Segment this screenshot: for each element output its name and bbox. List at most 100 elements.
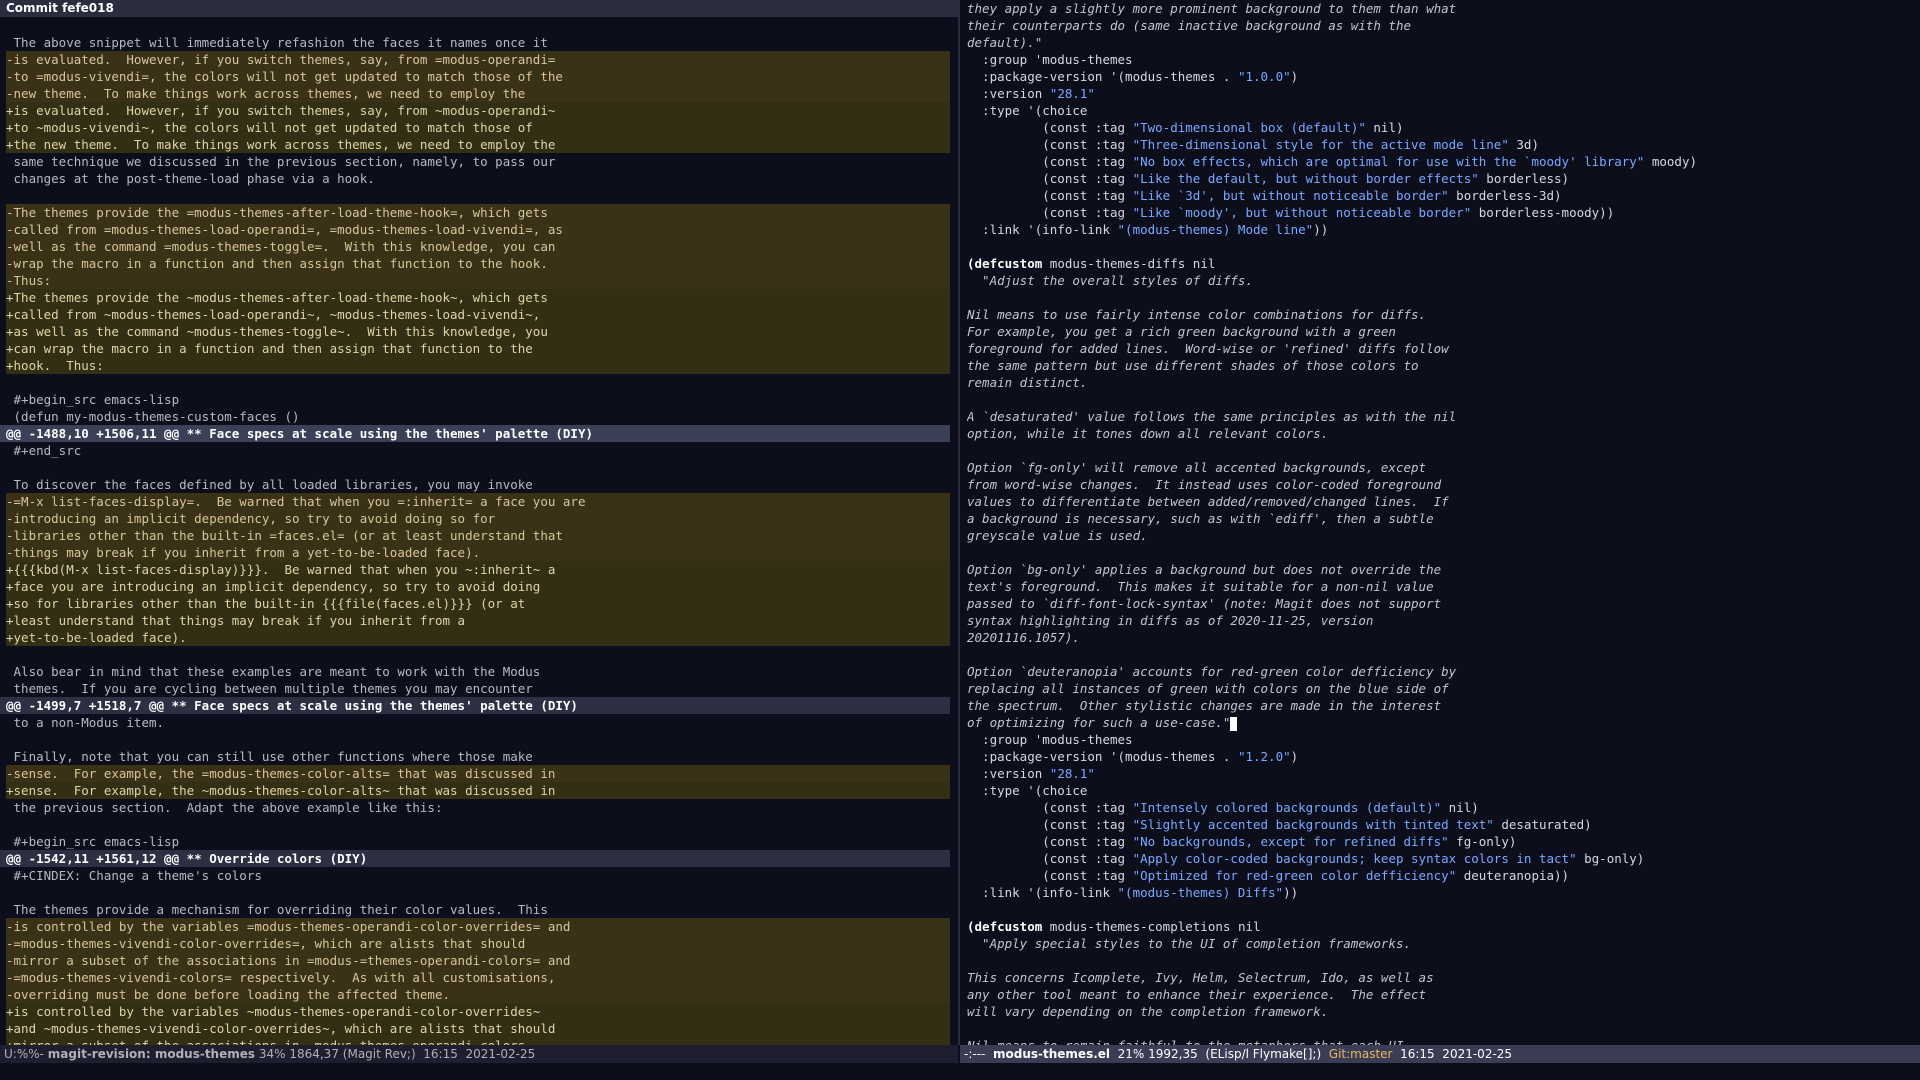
source-line: they apply a slightly more prominent bac… (967, 0, 1920, 17)
diff-context-line (6, 731, 958, 748)
docstring-text: "Adjust the overall styles of diffs. (967, 273, 1253, 288)
source-line: 20201116.1057). (967, 629, 1920, 646)
source-line: Nil means to use fairly intense color co… (967, 306, 1920, 323)
modeline-mode[interactable]: (Magit Rev;) (339, 1047, 416, 1061)
string-literal: "No backgrounds, except for refined diff… (1132, 834, 1449, 849)
diff-context-line (6, 884, 958, 901)
modeline-mode[interactable]: (ELisp/l Flymake[];) (1198, 1047, 1321, 1061)
code-text: borderless) (1478, 171, 1570, 186)
mode-line-right[interactable]: -:--- modus-themes.el 21% 1992,35 (ELisp… (960, 1045, 1920, 1063)
code-text: )) (1283, 885, 1299, 900)
diff-added-line: +the new theme. To make things work acro… (6, 136, 950, 153)
modeline-flags: -:--- (964, 1047, 993, 1061)
modeline-position: 21% 1992,35 (1110, 1047, 1198, 1061)
diff-removed-line: -new theme. To make things work across t… (6, 85, 950, 102)
diff-added-line: +sense. For example, the ~modus-themes-c… (6, 782, 950, 799)
modeline-git-branch[interactable]: Git:master (1321, 1047, 1393, 1061)
diff-context-line (6, 17, 958, 34)
source-line: text's foreground. This makes it suitabl… (967, 578, 1920, 595)
source-line: :group 'modus-themes (967, 731, 1920, 748)
string-literal: "1.2.0" (1237, 749, 1291, 764)
code-text: :type '(choice (967, 783, 1088, 798)
diff-removed-line: -mirror a subset of the associations in … (6, 952, 950, 969)
docstring-text: from word-wise changes. It instead uses … (967, 477, 1442, 492)
diff-body[interactable]: The above snippet will immediately refas… (0, 17, 958, 1045)
source-line: (defcustom modus-themes-diffs nil (967, 255, 1920, 272)
modeline-flags: U:%%- (4, 1047, 48, 1061)
code-text: ) (1290, 69, 1299, 84)
diff-added-line: +face you are introducing an implicit de… (6, 578, 950, 595)
code-text: :version (967, 86, 1050, 101)
code-text: :version (967, 766, 1050, 781)
source-body[interactable]: they apply a slightly more prominent bac… (960, 0, 1920, 1045)
source-line: any other tool meant to enhance their ex… (967, 986, 1920, 1003)
source-line (967, 391, 1920, 408)
source-line (967, 238, 1920, 255)
diff-context-line: (defun my-modus-themes-custom-faces () (6, 409, 300, 424)
source-line: default)." (967, 34, 1920, 51)
string-literal: "Two-dimensional box (default)" (1132, 120, 1366, 135)
source-line: Option `fg-only' will remove all accente… (967, 459, 1920, 476)
source-line: :type '(choice (967, 102, 1920, 119)
diff-context-line (6, 459, 958, 476)
source-line: remain distinct. (967, 374, 1920, 391)
variable-name: modus-themes-diffs (1049, 256, 1186, 271)
source-line: "Adjust the overall styles of diffs. (967, 272, 1920, 289)
diff-removed-line: -wrap the macro in a function and then a… (6, 255, 950, 272)
code-text: (const :tag (967, 205, 1133, 220)
code-text: bg-only) (1576, 851, 1645, 866)
docstring-text: of optimizing for such a use-case." (967, 715, 1231, 730)
docstring-text: option, while it tones down all relevant… (967, 426, 1329, 441)
source-line: This concerns Icomplete, Ivy, Helm, Sele… (967, 969, 1920, 986)
docstring-text: "Apply special styles to the UI of compl… (967, 936, 1412, 951)
magit-revision-window[interactable]: Commit fefe018 The above snippet will im… (0, 0, 958, 1045)
source-line: of optimizing for such a use-case." (967, 714, 1920, 731)
code-text: :package-version '(modus-themes . (967, 749, 1238, 764)
diff-added-line: +so for libraries other than the built-i… (6, 595, 950, 612)
diff-removed-line: -The themes provide the =modus-themes-af… (6, 204, 950, 221)
diff-context-line: The above snippet will immediately refas… (6, 35, 548, 50)
modeline-time: 16:15 2021-02-25 (415, 1047, 536, 1061)
diff-added-line: +is evaluated. However, if you switch th… (6, 102, 950, 119)
diff-context-line: Finally, note that you can still use oth… (6, 749, 533, 764)
diff-hunk-header[interactable]: @@ -1499,7 +1518,7 @@ ** Face specs at s… (0, 697, 950, 714)
source-line: (const :tag "Like the default, but witho… (967, 170, 1920, 187)
code-text: :link '(info-link (967, 885, 1118, 900)
diff-added-line: +The themes provide the ~modus-themes-af… (6, 289, 950, 306)
code-text: borderless-3d) (1448, 188, 1562, 203)
source-line: the spectrum. Other stylistic changes ar… (967, 697, 1920, 714)
code-text: (const :tag (967, 817, 1133, 832)
code-text: fg-only) (1448, 834, 1517, 849)
source-line: option, while it tones down all relevant… (967, 425, 1920, 442)
source-line: "Apply special styles to the UI of compl… (967, 935, 1920, 952)
diff-removed-line: -is controlled by the variables =modus-t… (6, 918, 950, 935)
mode-line-left[interactable]: U:%%- magit-revision: modus-themes 34% 1… (0, 1045, 958, 1063)
source-line: (const :tag "Like `moody', but without n… (967, 204, 1920, 221)
diff-added-line: +yet-to-be-loaded face). (6, 629, 950, 646)
modeline-buffer-name[interactable]: magit-revision: modus-themes (48, 1047, 255, 1061)
diff-removed-line: -things may break if you inherit from a … (6, 544, 950, 561)
diff-removed-line: -is evaluated. However, if you switch th… (6, 51, 950, 68)
diff-context-line (6, 646, 958, 663)
diff-hunk-header[interactable]: @@ -1542,11 +1561,12 @@ ** Override colo… (0, 850, 950, 867)
elisp-source-window[interactable]: they apply a slightly more prominent bac… (960, 0, 1920, 1045)
source-line: will vary depending on the completion fr… (967, 1003, 1920, 1020)
code-text: :type '(choice (967, 103, 1088, 118)
string-literal: "Like the default, but without border ef… (1132, 171, 1479, 186)
code-text: :package-version '(modus-themes . (967, 69, 1238, 84)
diff-removed-line: -introducing an implicit dependency, so … (6, 510, 950, 527)
diff-context-line: #+CINDEX: Change a theme's colors (6, 868, 262, 883)
minibuffer[interactable] (0, 1063, 1920, 1080)
code-text: nil (1185, 256, 1216, 271)
source-line: their counterparts do (same inactive bac… (967, 17, 1920, 34)
code-text: (const :tag (967, 868, 1133, 883)
diff-hunk-header[interactable]: @@ -1488,10 +1506,11 @@ ** Face specs at… (0, 425, 950, 442)
diff-added-line: +least understand that things may break … (6, 612, 950, 629)
source-line: (const :tag "Intensely colored backgroun… (967, 799, 1920, 816)
source-line: (const :tag "No backgrounds, except for … (967, 833, 1920, 850)
string-literal: "Intensely colored backgrounds (default)… (1132, 800, 1442, 815)
diff-context-line: #+begin_src emacs-lisp (6, 834, 180, 849)
modeline-buffer-name[interactable]: modus-themes.el (993, 1047, 1110, 1061)
modeline-time: 16:15 2021-02-25 (1392, 1047, 1513, 1061)
diff-removed-line: -=modus-themes-vivendi-colors= respectiv… (6, 969, 950, 986)
